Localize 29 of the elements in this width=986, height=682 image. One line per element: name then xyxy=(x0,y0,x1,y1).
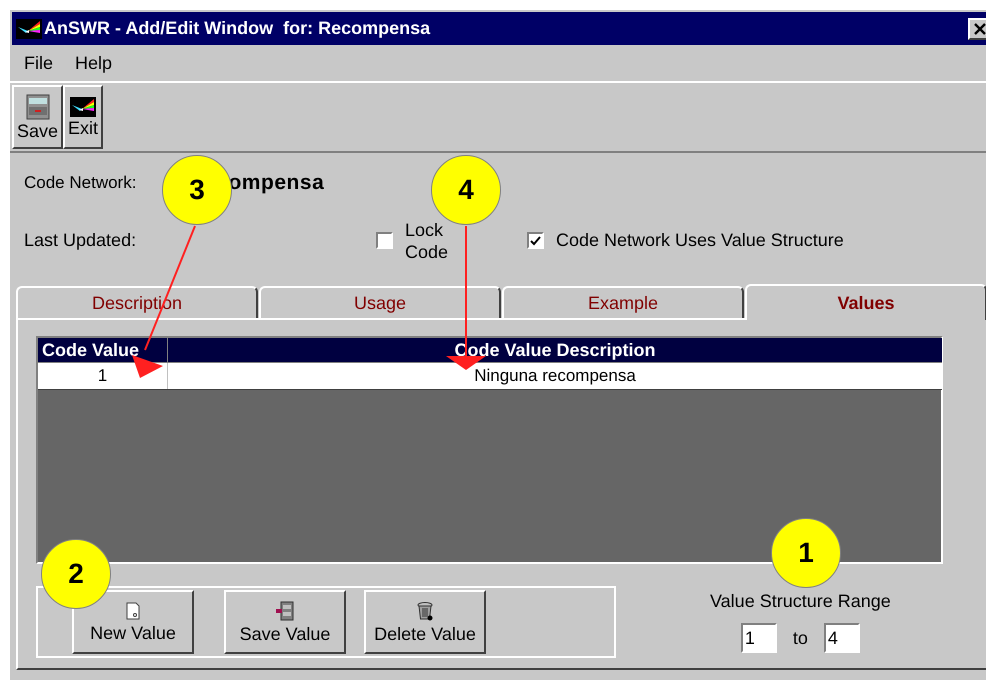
checkbox[interactable] xyxy=(376,232,393,249)
field-label: Code Network: xyxy=(24,172,136,194)
menu-item[interactable]: File xyxy=(24,50,54,76)
tab[interactable]: Values xyxy=(745,284,986,320)
action-button[interactable]: New Value xyxy=(72,590,194,654)
field-label: Last Updated: xyxy=(24,229,138,252)
tab[interactable]: Usage xyxy=(259,286,501,318)
action-button[interactable]: Save Value xyxy=(224,590,346,654)
menu-item[interactable]: Help xyxy=(75,50,112,76)
close-icon xyxy=(974,22,986,34)
close-button[interactable] xyxy=(968,18,986,40)
prism-icon xyxy=(70,97,96,117)
file-cabinet-icon xyxy=(275,601,295,621)
document-icon xyxy=(126,602,140,620)
range-separator: to xyxy=(792,626,808,650)
disk-drive-icon xyxy=(26,94,50,120)
checkbox[interactable] xyxy=(527,232,544,249)
range-label: Value Structure Range xyxy=(710,590,891,613)
app-logo-icon xyxy=(16,18,42,38)
range-from-field[interactable]: 1 xyxy=(740,623,777,653)
toolbar-button[interactable]: Exit xyxy=(63,85,104,149)
trash-can-icon xyxy=(416,601,434,621)
window-title: AnSWR - Add/Edit Window for: Recompensa xyxy=(44,17,430,40)
range-to-field[interactable]: 4 xyxy=(824,623,860,653)
action-button[interactable]: Delete Value xyxy=(364,590,486,654)
toolbar-button[interactable]: Save xyxy=(12,85,64,149)
table-cell-text: Ninguna recompensa xyxy=(473,365,637,387)
tab[interactable]: Example xyxy=(502,286,744,318)
checkbox-label: Code Network Uses Value Structure xyxy=(556,229,844,252)
